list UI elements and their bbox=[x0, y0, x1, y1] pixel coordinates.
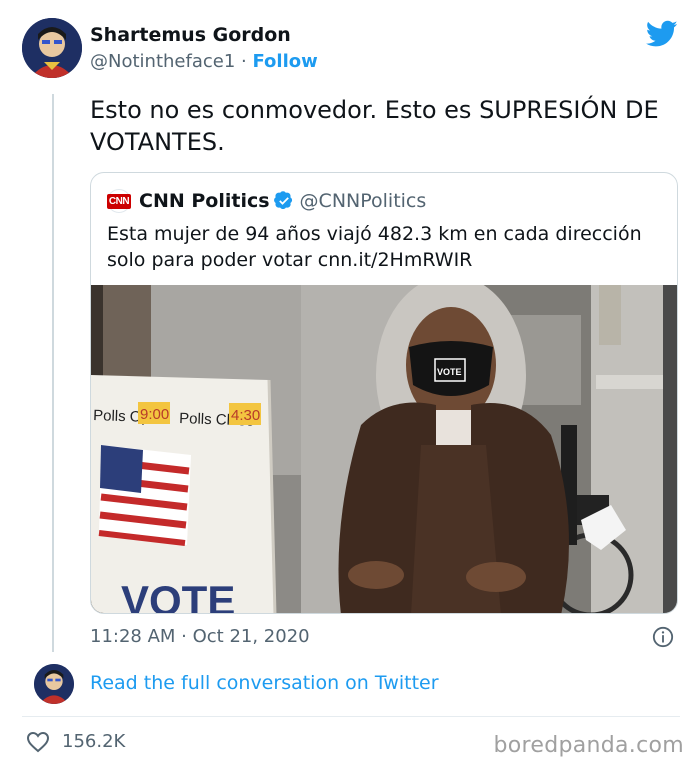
quoted-tweet-header: CNN CNN Politics @CNNPolitics bbox=[106, 189, 427, 213]
heart-icon[interactable] bbox=[26, 731, 50, 753]
us-flag-icon bbox=[98, 445, 191, 546]
like-count: 156.2K bbox=[62, 731, 126, 752]
verified-badge-icon bbox=[273, 191, 292, 210]
divider bbox=[22, 716, 680, 717]
mask-vote-text: VOTE bbox=[437, 367, 462, 377]
tweet-text: Esto no es conmovedor. Esto es SUPRESIÓN… bbox=[90, 96, 659, 156]
quoted-tweet-card[interactable]: CNN CNN Politics @CNNPolitics Esta mujer… bbox=[90, 172, 678, 614]
cnn-avatar[interactable]: CNN bbox=[106, 189, 132, 213]
follow-button[interactable]: Follow bbox=[252, 51, 317, 72]
quoted-tweet-photo[interactable]: Polls Open 9:00 Polls Close 4:30 VOTE VO… bbox=[91, 285, 678, 614]
author-avatar[interactable] bbox=[22, 18, 82, 78]
cnn-logo-text: CNN bbox=[106, 193, 132, 209]
info-icon[interactable] bbox=[652, 626, 674, 648]
conversation-avatar[interactable] bbox=[34, 664, 74, 704]
polls-close-time: 4:30 bbox=[231, 407, 260, 424]
polls-open-time: 9:00 bbox=[140, 406, 169, 423]
author-handle-line: @Notintheface1 · Follow bbox=[90, 51, 318, 72]
twitter-bird-icon[interactable] bbox=[646, 20, 678, 48]
author-name[interactable]: Shartemus Gordon bbox=[90, 24, 291, 46]
quoted-author-handle[interactable]: @CNNPolitics bbox=[300, 190, 427, 212]
read-conversation-link[interactable]: Read the full conversation on Twitter bbox=[90, 672, 439, 694]
watermark: boredpanda.com bbox=[493, 733, 684, 758]
tweet-timestamp[interactable]: 11:28 AM · Oct 21, 2020 bbox=[90, 626, 310, 647]
separator-dot: · bbox=[241, 51, 247, 72]
author-handle[interactable]: @Notintheface1 bbox=[90, 51, 235, 72]
vote-sign-text: VOTE bbox=[121, 577, 235, 614]
quoted-tweet-text: Esta mujer de 94 años viajó 482.3 km en … bbox=[107, 223, 642, 271]
thread-line bbox=[52, 94, 54, 652]
quoted-author-name[interactable]: CNN Politics bbox=[139, 190, 270, 212]
